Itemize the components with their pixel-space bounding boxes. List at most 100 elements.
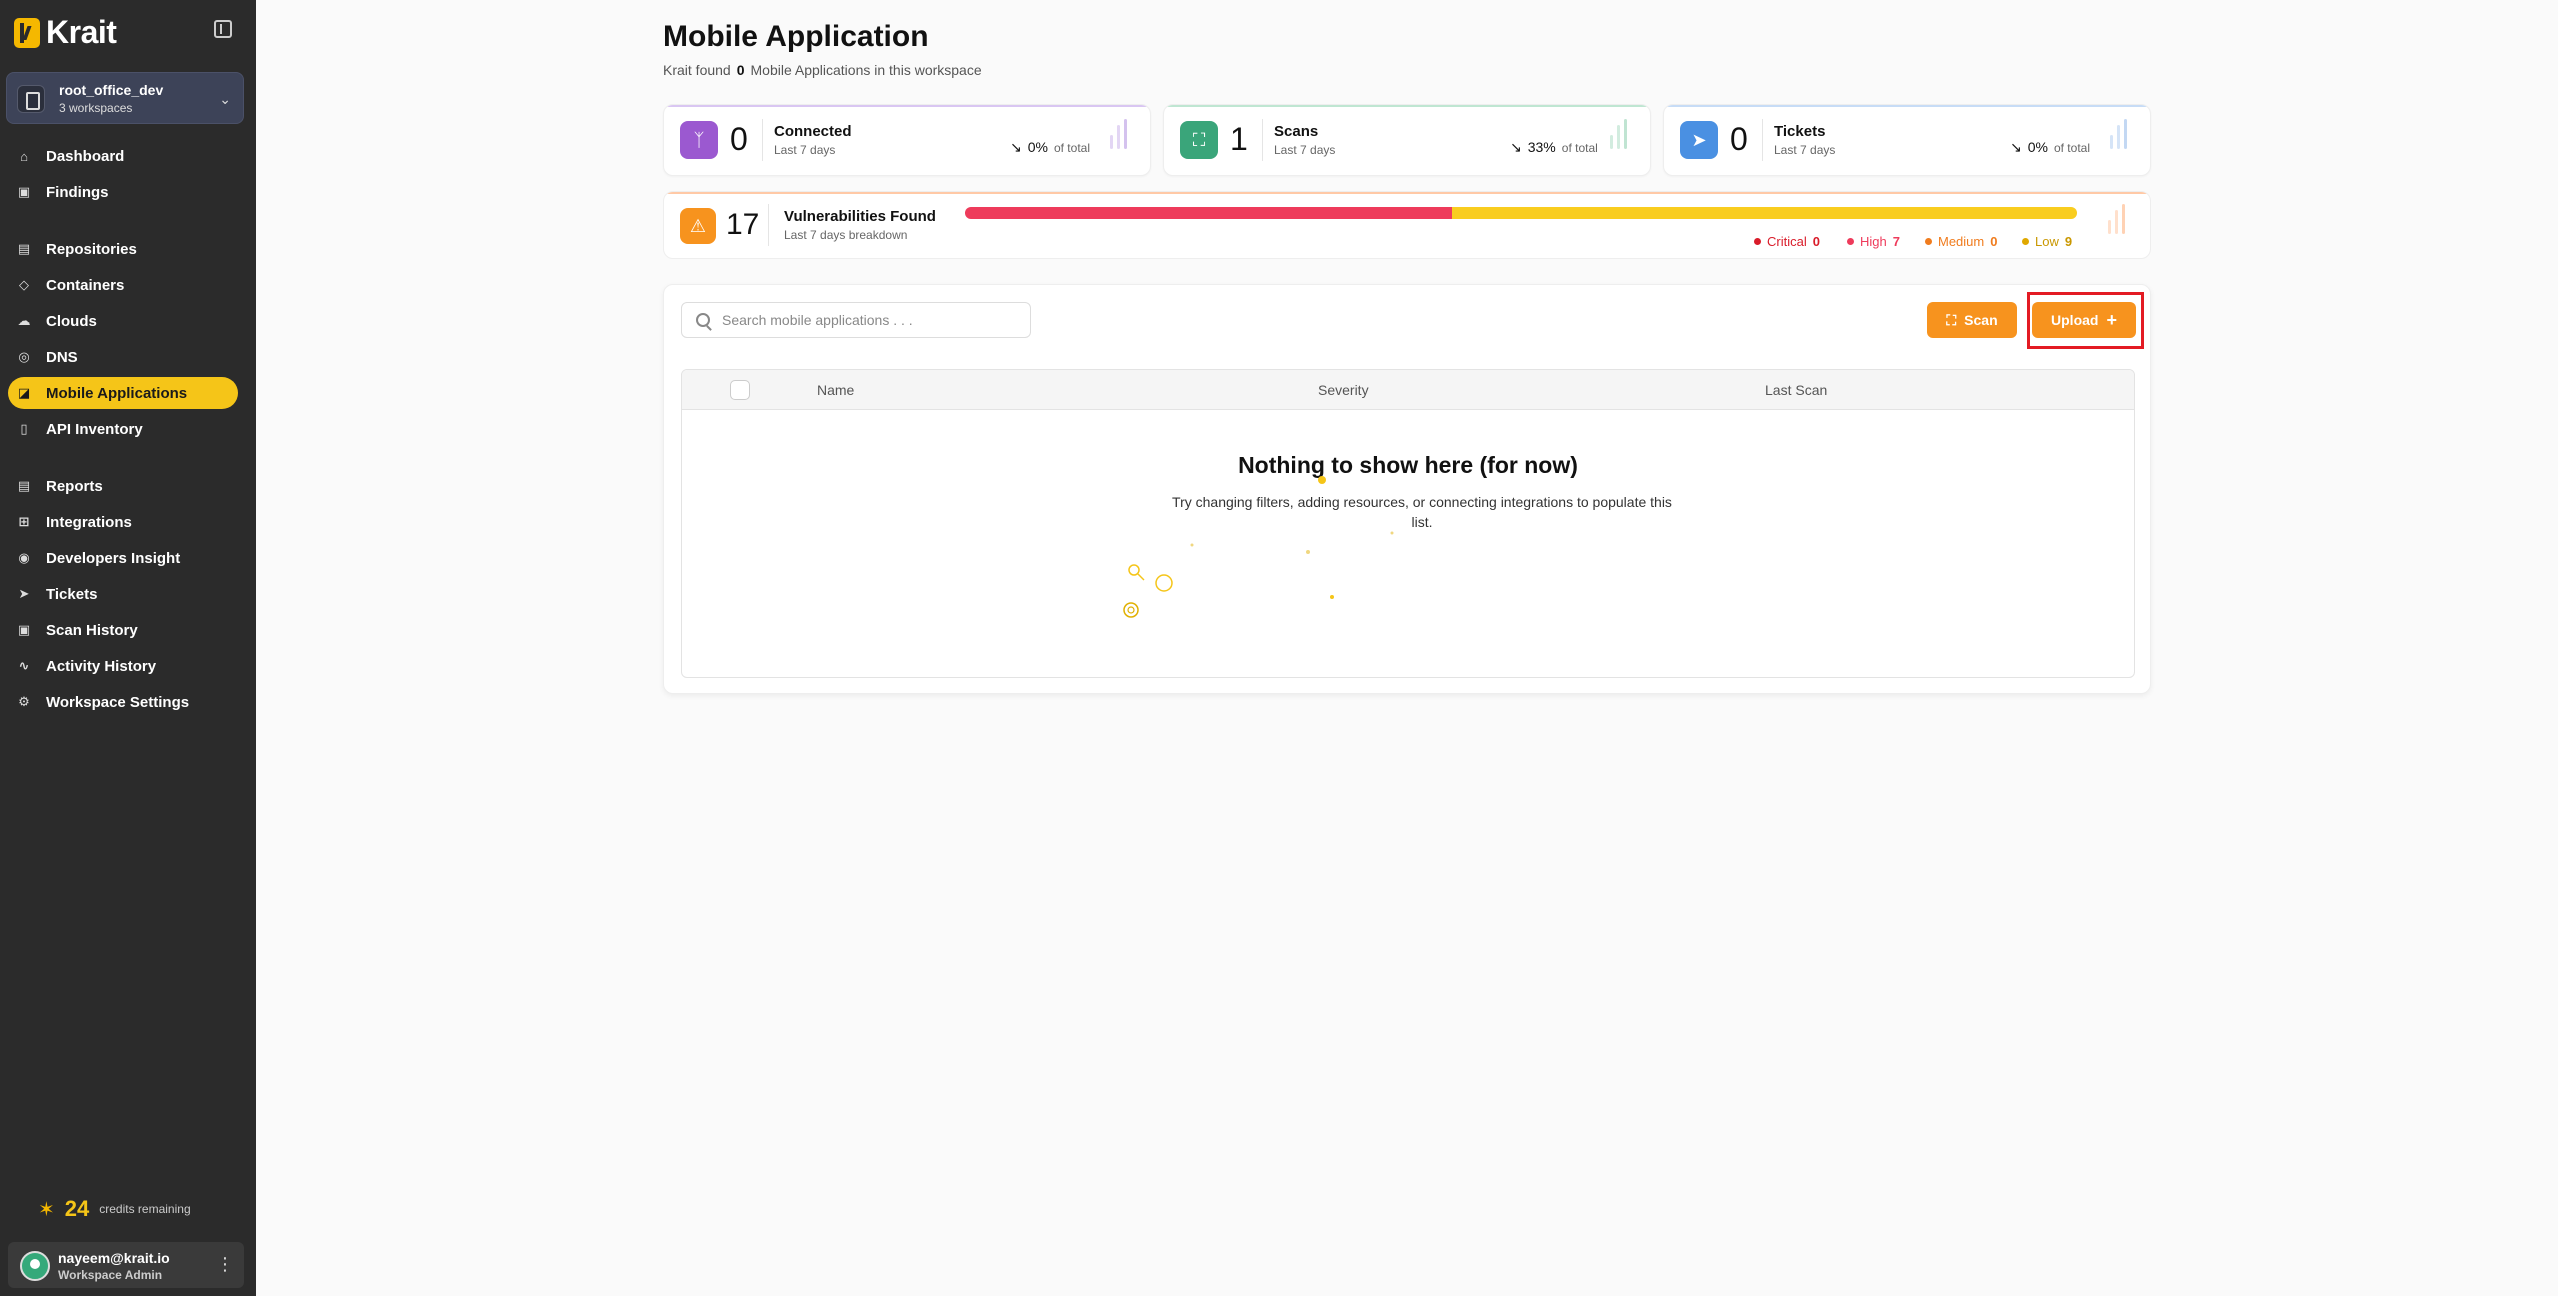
sidebar-item-label: Scan History bbox=[46, 621, 138, 639]
scan-button[interactable]: ⛶ Scan bbox=[1927, 302, 2017, 338]
scan-icon: ⛶ bbox=[1946, 311, 1957, 328]
legend-count: 0 bbox=[1812, 234, 1820, 249]
workspace-switcher[interactable]: root_office_dev 3 workspaces ⌄ bbox=[6, 72, 244, 124]
vulnerabilities-card: ⚠ 17 Vulnerabilities Found Last 7 days b… bbox=[663, 191, 2151, 259]
fingerprint-icon-inner bbox=[1127, 606, 1135, 614]
sidebar-item-scan-history[interactable]: ▣ Scan History bbox=[8, 614, 238, 646]
search-box[interactable] bbox=[681, 302, 1031, 338]
sidebar-item-clouds[interactable]: ☁ Clouds bbox=[8, 305, 238, 337]
pct-label: of total bbox=[1561, 141, 1598, 155]
globe-icon: ◎ bbox=[18, 349, 30, 364]
user-email: nayeem@krait.io bbox=[58, 1250, 170, 1266]
sidebar-item-label: Clouds bbox=[46, 312, 97, 330]
sidebar-item-label: Containers bbox=[46, 276, 125, 294]
stat-value: 1 bbox=[1230, 121, 1248, 157]
legend-high: High 7 bbox=[1847, 234, 1900, 249]
stat-value: 0 bbox=[1730, 121, 1748, 157]
grid-icon: ⊞ bbox=[18, 514, 30, 529]
sidebar-item-workspace-settings[interactable]: ⚙ Workspace Settings bbox=[8, 686, 238, 718]
sidebar-item-findings[interactable]: ▣ Findings bbox=[8, 176, 238, 208]
more-vertical-icon[interactable]: ⋮ bbox=[216, 1254, 234, 1275]
send-icon: ➤ bbox=[18, 586, 30, 601]
severity-bar bbox=[965, 207, 2077, 219]
table-header: Name Severity Last Scan bbox=[682, 370, 2134, 410]
sidebar-item-repositories[interactable]: ▤ Repositories bbox=[8, 233, 238, 265]
cloud-icon: ☁ bbox=[17, 313, 31, 328]
stat-period: Last 7 days bbox=[1774, 143, 1836, 157]
app-name: Krait bbox=[46, 14, 117, 50]
credits-label: credits remaining bbox=[99, 1202, 191, 1216]
sidebar-item-label: API Inventory bbox=[46, 420, 143, 438]
sidebar-item-label: DNS bbox=[46, 348, 78, 366]
sidebar-item-label: Developers Insight bbox=[46, 549, 181, 567]
sidebar-item-api-inventory[interactable]: ▯ API Inventory bbox=[8, 413, 238, 445]
dot-icon bbox=[1754, 238, 1761, 245]
scan-button-label: Scan bbox=[1964, 312, 1998, 328]
sidebar-item-label: Mobile Applications bbox=[46, 384, 188, 402]
highlight-box bbox=[2027, 292, 2144, 349]
subtitle-suffix: Mobile Applications in this workspace bbox=[750, 62, 982, 78]
select-all-checkbox[interactable] bbox=[730, 380, 750, 400]
arrow-down-right-icon: ↘ bbox=[1510, 139, 1522, 155]
vulnerabilities-count: 17 bbox=[726, 208, 760, 241]
stat-period: Last 7 days bbox=[1274, 143, 1336, 157]
column-last-scan[interactable]: Last Scan bbox=[1765, 382, 1827, 398]
user-profile[interactable]: nayeem@krait.io Workspace Admin ⋮ bbox=[8, 1242, 244, 1288]
stat-label: Tickets bbox=[1774, 123, 1826, 140]
card-accent-line bbox=[664, 192, 2150, 194]
sidebar-item-dns[interactable]: ◎ DNS bbox=[8, 341, 238, 373]
sidebar-item-label: Dashboard bbox=[46, 147, 125, 165]
avatar bbox=[20, 1251, 50, 1281]
dot-icon bbox=[1847, 238, 1854, 245]
stat-card-scans: ⛶ 1 Scans Last 7 days ↘ 33% of total bbox=[1163, 104, 1651, 176]
stat-label: Connected bbox=[774, 123, 852, 140]
box-icon: ◇ bbox=[19, 277, 29, 292]
subtitle-prefix: Krait found bbox=[663, 62, 731, 78]
warning-icon: ⚠ bbox=[680, 208, 716, 244]
legend-count: 0 bbox=[1990, 234, 1998, 249]
stat-card-tickets: ➤ 0 Tickets Last 7 days ↘ 0% of total bbox=[1663, 104, 2151, 176]
user-role: Workspace Admin bbox=[58, 1268, 163, 1282]
sidebar-item-dashboard[interactable]: ⌂ Dashboard bbox=[8, 140, 238, 172]
stat-percentage: ↘ 33% of total bbox=[1510, 139, 1598, 156]
send-icon: ➤ bbox=[1680, 121, 1718, 159]
scan-icon: ▣ bbox=[17, 184, 31, 199]
key-icon bbox=[1128, 564, 1140, 576]
legend-label: Medium bbox=[1938, 234, 1985, 249]
chevron-down-icon: ⌄ bbox=[219, 91, 231, 107]
page-title: Mobile Application bbox=[663, 20, 929, 53]
sparkle-icon: ✶ bbox=[38, 1198, 55, 1221]
legend-medium: Medium 0 bbox=[1925, 234, 1997, 249]
sidebar-item-containers[interactable]: ◇ Containers bbox=[8, 269, 238, 301]
dot-icon bbox=[2022, 238, 2029, 245]
arrow-down-right-icon: ↘ bbox=[1010, 139, 1022, 155]
app-count: 0 bbox=[736, 62, 745, 78]
chart-icon: ▯ bbox=[20, 421, 28, 436]
activity-icon: ∿ bbox=[18, 658, 30, 673]
legend-label: High bbox=[1860, 234, 1887, 249]
sidebar-item-developers-insight[interactable]: ◉ Developers Insight bbox=[8, 542, 238, 574]
column-severity[interactable]: Severity bbox=[1318, 382, 1369, 398]
column-name[interactable]: Name bbox=[817, 382, 854, 398]
empty-state-title: Nothing to show here (for now) bbox=[1238, 452, 1578, 478]
sidebar-item-label: Repositories bbox=[46, 240, 137, 258]
legend-count: 9 bbox=[2064, 234, 2073, 249]
scan-icon: ▣ bbox=[17, 622, 31, 637]
sidebar-item-tickets[interactable]: ➤ Tickets bbox=[8, 578, 238, 610]
pct-label: of total bbox=[1053, 141, 1090, 155]
sidebar-item-integrations[interactable]: ⊞ Integrations bbox=[8, 506, 238, 538]
sidebar-collapse-icon[interactable] bbox=[214, 20, 232, 38]
sidebar-item-label: Workspace Settings bbox=[46, 693, 190, 711]
sidebar-item-mobile-applications[interactable]: ◪ Mobile Applications bbox=[8, 377, 238, 409]
sidebar-item-reports[interactable]: ▤ Reports bbox=[8, 470, 238, 502]
mobile-icon: ◪ bbox=[17, 385, 31, 400]
divider bbox=[762, 119, 763, 161]
search-input[interactable] bbox=[722, 312, 1012, 328]
stat-period: Last 7 days bbox=[774, 143, 836, 157]
divider bbox=[1262, 119, 1263, 161]
vulnerabilities-label: Vulnerabilities Found bbox=[784, 208, 936, 225]
page-subtitle: Krait found 0 Mobile Applications in this … bbox=[663, 62, 982, 78]
sidebar-item-activity-history[interactable]: ∿ Activity History bbox=[8, 650, 238, 682]
scan-icon: ⛶ bbox=[1180, 121, 1218, 159]
logo[interactable]: Krait bbox=[14, 14, 117, 51]
